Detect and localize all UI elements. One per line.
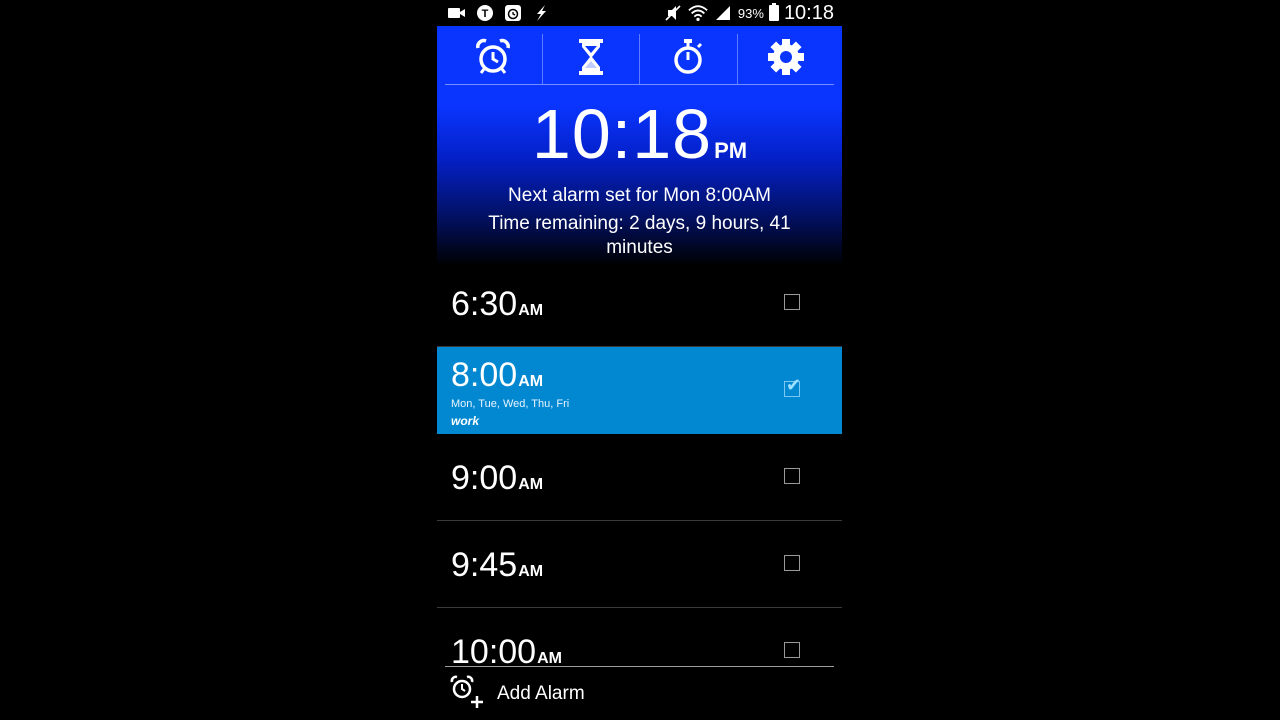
alarm-list: 6:30AM 8:00AM Mon, Tue, Wed, Thu, Fri wo…	[437, 260, 842, 695]
add-alarm-button[interactable]: Add Alarm	[449, 674, 585, 714]
alarm-checkbox[interactable]	[784, 294, 800, 310]
alarm-time: 8:00AM	[451, 356, 544, 394]
add-alarm-label: Add Alarm	[497, 683, 585, 704]
gear-icon	[767, 38, 805, 81]
svg-text:T: T	[482, 8, 489, 20]
phone-screen: T 93% 10:18 10:18PM Next alarm set for M…	[437, 0, 842, 720]
alarm-row[interactable]: 9:45AM	[437, 521, 842, 608]
signal-icon	[713, 3, 733, 23]
tab-timer[interactable]	[541, 34, 640, 84]
alarm-clock-icon	[503, 3, 523, 23]
toolbar	[445, 34, 834, 85]
clock-time: 10:18	[531, 95, 713, 173]
checkmark-icon: ✔	[786, 375, 802, 395]
alarm-row[interactable]: 8:00AM Mon, Tue, Wed, Thu, Fri work ✔	[437, 347, 842, 434]
footer-divider	[445, 666, 834, 667]
alarm-time: 9:45AM	[451, 546, 544, 584]
alarm-time: 9:00AM	[451, 459, 544, 497]
time-remaining-text: Time remaining: 2 days, 9 hours, 41 minu…	[488, 213, 791, 258]
clock-ampm: PM	[714, 138, 748, 163]
tab-settings[interactable]	[736, 34, 835, 84]
t-badge-icon: T	[475, 3, 495, 23]
battery-icon	[768, 3, 779, 21]
tab-stopwatch[interactable]	[639, 34, 737, 84]
status-bar: T 93% 10:18	[437, 0, 842, 26]
record-icon	[447, 3, 467, 23]
alarm-checkbox[interactable]	[784, 468, 800, 484]
stopwatch-icon	[671, 38, 705, 81]
battery-percent: 93%	[737, 5, 764, 21]
hourglass-icon	[577, 38, 605, 81]
alarm-row[interactable]: 9:00AM	[437, 434, 842, 521]
wifi-icon	[688, 3, 708, 23]
alarm-time: 6:30AM	[451, 285, 544, 323]
status-clock: 10:18	[783, 1, 834, 24]
alarm-checkbox[interactable]	[784, 555, 800, 571]
next-alarm-text: Next alarm set for Mon 8:00AM	[508, 185, 771, 206]
footer-bar: Add Alarm	[437, 666, 842, 720]
alarm-row[interactable]: 6:30AM	[437, 260, 842, 347]
tab-alarms[interactable]	[445, 34, 542, 84]
alarm-days: Mon, Tue, Wed, Thu, Fri	[451, 398, 570, 410]
alarm-label: work	[451, 414, 480, 428]
main-clock: 10:18PM	[437, 96, 842, 172]
mute-icon	[663, 3, 683, 23]
clock-header: 10:18PM Next alarm set for Mon 8:00AM Ti…	[437, 26, 842, 266]
add-alarm-icon	[449, 674, 485, 715]
alarm-clock-icon	[475, 38, 511, 81]
flash-icon	[531, 3, 551, 23]
alarm-checkbox[interactable]: ✔	[784, 376, 801, 397]
alarm-checkbox[interactable]	[784, 642, 800, 658]
